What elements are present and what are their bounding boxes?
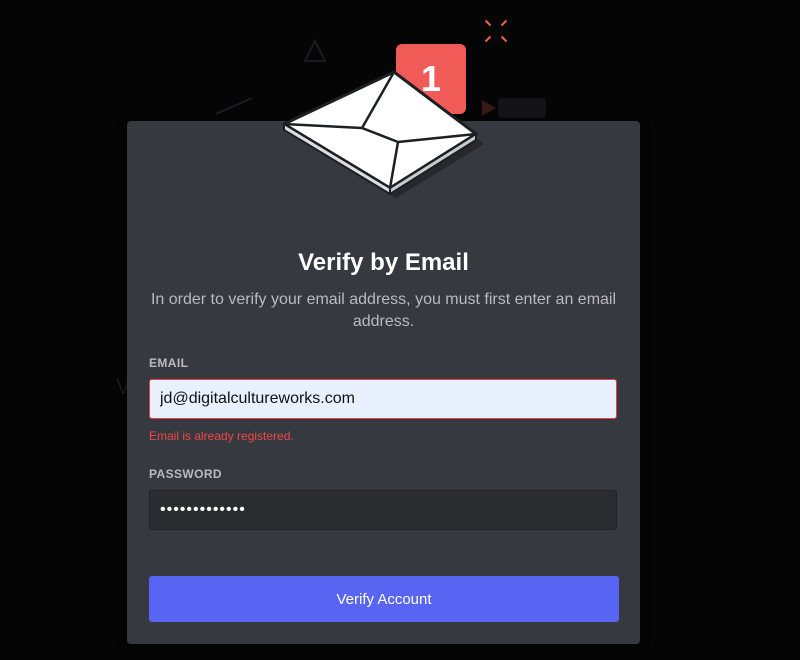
sparkle-icon <box>485 20 507 42</box>
verify-account-button[interactable]: Verify Account <box>149 576 619 622</box>
password-label: PASSWORD <box>149 467 222 481</box>
page-background: 1 V g Verify by Email In order to verify… <box>0 0 800 660</box>
modal-subtitle: In order to verify your email address, y… <box>150 291 617 330</box>
email-field[interactable] <box>149 379 617 419</box>
email-label: EMAIL <box>149 356 189 370</box>
background-doodle-icon <box>303 38 327 62</box>
password-field[interactable] <box>149 490 617 530</box>
modal-title: Verify by Email <box>298 249 469 276</box>
email-error-message: Email is already registered. <box>149 429 294 443</box>
background-doodle-icon <box>215 97 253 115</box>
envelope-icon <box>282 70 484 198</box>
